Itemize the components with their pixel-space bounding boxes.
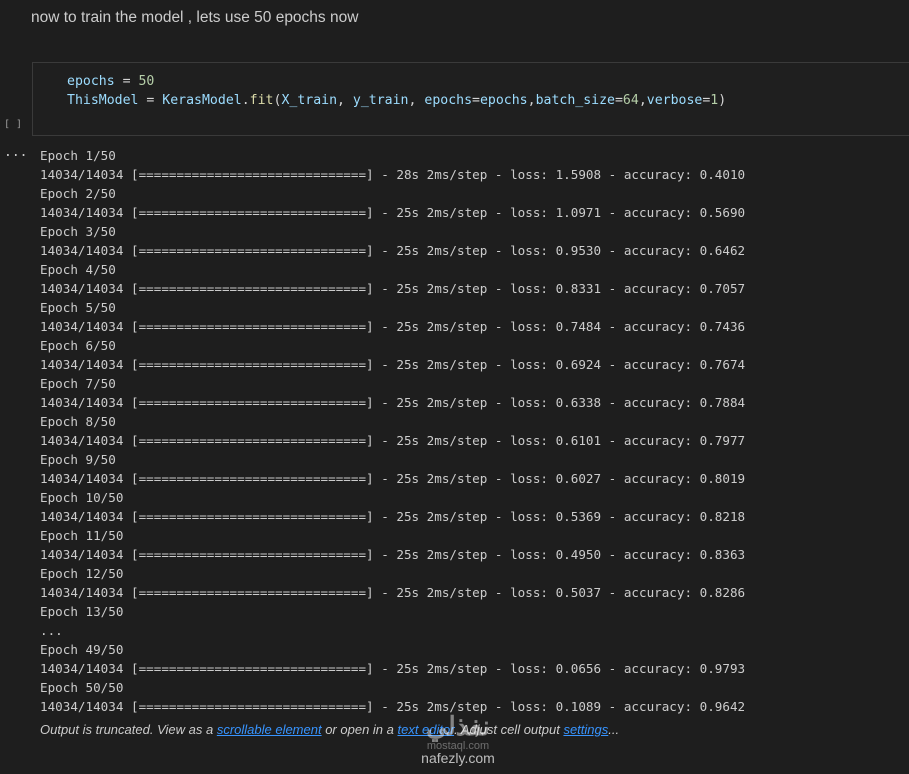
- output-line: 14034/14034 [===========================…: [40, 433, 746, 448]
- output-line: 14034/14034 [===========================…: [40, 281, 746, 296]
- code-token: ): [718, 93, 727, 108]
- output-line: Epoch 13/50: [40, 604, 124, 619]
- output-line: Epoch 9/50: [40, 452, 116, 467]
- output-line: Epoch 4/50: [40, 262, 116, 277]
- output-line: 14034/14034 [===========================…: [40, 357, 746, 372]
- watermark: نفذلي mostaql.com nafezly.com: [403, 712, 513, 766]
- output-line: 14034/14034 [===========================…: [40, 509, 746, 524]
- code-cell[interactable]: epochs = 50 ThisModel = KerasModel.fit(X…: [32, 62, 909, 136]
- truncation-middle-2: . Adjust cell output: [454, 722, 564, 737]
- code-token: =: [472, 93, 480, 108]
- code-token: =: [138, 93, 163, 108]
- watermark-name: nafezly.com: [421, 750, 495, 766]
- markdown-text: now to train the model , lets use 50 epo…: [31, 9, 359, 26]
- output-line: Epoch 3/50: [40, 224, 116, 239]
- code-token: ThisModel: [67, 93, 139, 108]
- truncation-prefix: Output is truncated. View as a: [40, 722, 217, 737]
- output-line: Epoch 12/50: [40, 566, 124, 581]
- code-token: KerasModel: [162, 93, 242, 108]
- code-token: verbose: [646, 93, 703, 108]
- cell-output: Epoch 1/50 14034/14034 [=================…: [40, 146, 900, 716]
- text-editor-link[interactable]: text editor: [397, 722, 454, 737]
- code-token: 50: [138, 74, 155, 89]
- output-line: Epoch 10/50: [40, 490, 124, 505]
- output-line: 14034/14034 [===========================…: [40, 471, 746, 486]
- code-token: 64: [622, 93, 639, 108]
- markdown-cell[interactable]: now to train the model , lets use 50 epo…: [31, 9, 358, 27]
- output-line: Epoch 1/50: [40, 148, 116, 163]
- code-token: epochs: [479, 93, 528, 108]
- code-token: fit: [249, 93, 274, 108]
- output-line: 14034/14034 [===========================…: [40, 547, 746, 562]
- output-line: 14034/14034 [===========================…: [40, 585, 746, 600]
- output-line: 14034/14034 [===========================…: [40, 205, 746, 220]
- output-line: Epoch 7/50: [40, 376, 116, 391]
- output-menu-icon[interactable]: ...: [4, 145, 27, 160]
- output-line: 14034/14034 [===========================…: [40, 243, 746, 258]
- code-token: X_train: [281, 93, 338, 108]
- output-line: Epoch 2/50: [40, 186, 116, 201]
- truncation-notice: Output is truncated. View as a scrollabl…: [40, 722, 619, 737]
- code-token: epochs: [67, 74, 115, 89]
- output-line: 14034/14034 [===========================…: [40, 699, 746, 714]
- code-token: batch_size: [535, 93, 615, 108]
- code-line-1: epochs = 50: [67, 74, 154, 89]
- code-token: ,: [408, 93, 425, 108]
- output-line: 14034/14034 [===========================…: [40, 395, 746, 410]
- output-line: Epoch 5/50: [40, 300, 116, 315]
- output-line: 14034/14034 [===========================…: [40, 319, 746, 334]
- code-token: epochs: [424, 93, 473, 108]
- code-token: =: [614, 93, 623, 108]
- execution-count: [ ]: [4, 119, 23, 130]
- code-token: .: [241, 93, 250, 108]
- output-line: Epoch 11/50: [40, 528, 124, 543]
- output-line: Epoch 8/50: [40, 414, 116, 429]
- output-line: Epoch 49/50: [40, 642, 124, 657]
- output-line: 14034/14034 [===========================…: [40, 167, 746, 182]
- output-line: ...: [40, 623, 63, 638]
- code-token: ,: [638, 93, 647, 108]
- output-line: Epoch 6/50: [40, 338, 116, 353]
- code-line-2: ThisModel = KerasModel.fit(X_train, y_tr…: [67, 93, 726, 108]
- code-token: y_train: [352, 93, 409, 108]
- code-token: =: [114, 74, 139, 89]
- truncation-middle: or open in a: [321, 722, 398, 737]
- output-line: Epoch 50/50: [40, 680, 124, 695]
- truncation-suffix: ...: [608, 722, 620, 737]
- scrollable-element-link[interactable]: scrollable element: [217, 722, 322, 737]
- code-token: ,: [527, 93, 536, 108]
- output-line: 14034/14034 [===========================…: [40, 661, 746, 676]
- code-token: ,: [337, 93, 353, 108]
- settings-link[interactable]: settings: [563, 722, 608, 737]
- watermark-subtext: mostaql.com: [426, 740, 490, 752]
